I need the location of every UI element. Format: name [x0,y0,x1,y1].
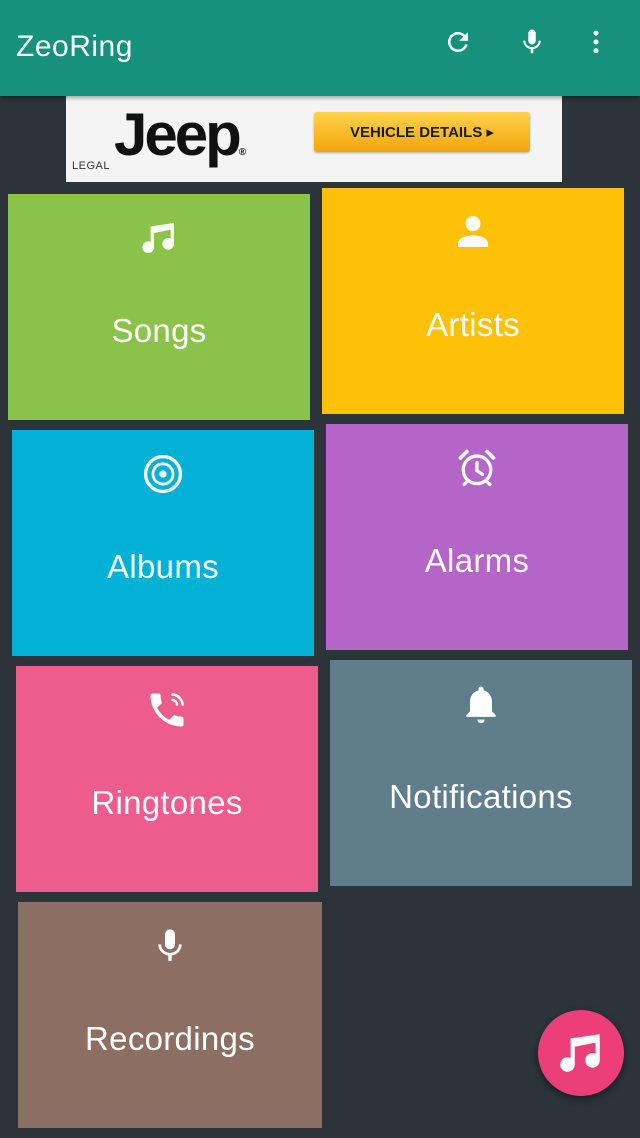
tile-ringtones[interactable]: Ringtones [16,666,318,892]
music-notes-icon [560,1034,600,1072]
bell-icon [466,686,496,724]
tile-label-songs: Songs [111,312,207,349]
more-vertical-icon [593,30,599,54]
tile-albums[interactable]: Albums [12,430,314,656]
ad-legal-text: LEGAL [72,160,110,172]
overflow-menu-button[interactable] [576,22,616,62]
album-disc-icon [143,454,183,494]
refresh-icon [447,31,468,52]
refresh-button[interactable] [438,22,478,62]
microphone-icon [523,29,541,54]
tile-alarms[interactable]: Alarms [326,424,628,650]
tile-artists[interactable]: Artists [322,188,624,414]
person-icon [458,216,488,247]
tile-label-notifications: Notifications [389,778,573,815]
music-note-icon [142,223,175,254]
ringing-phone-icon [150,693,184,727]
alarm-clock-icon [458,449,496,487]
tile-label-ringtones: Ringtones [91,784,243,821]
app-title: ZeoRing [16,30,133,63]
tile-label-artists: Artists [426,306,520,343]
ad-brand-logo: Jeep® [114,101,247,168]
voice-search-button[interactable] [512,22,552,62]
tile-recordings[interactable]: Recordings [18,902,322,1128]
tile-notifications[interactable]: Notifications [330,660,632,886]
play-music-fab[interactable] [538,1010,624,1096]
ad-banner[interactable]: LEGAL Jeep® VEHICLE DETAILS ▸ [66,90,562,182]
tile-label-alarms: Alarms [424,542,530,579]
tile-label-albums: Albums [107,548,219,585]
microphone-icon [158,929,182,961]
tile-label-recordings: Recordings [85,1020,255,1057]
app-bar: ZeoRing [0,0,640,96]
tile-songs[interactable]: Songs [8,194,310,420]
vehicle-details-button[interactable]: VEHICLE DETAILS ▸ [314,112,530,152]
